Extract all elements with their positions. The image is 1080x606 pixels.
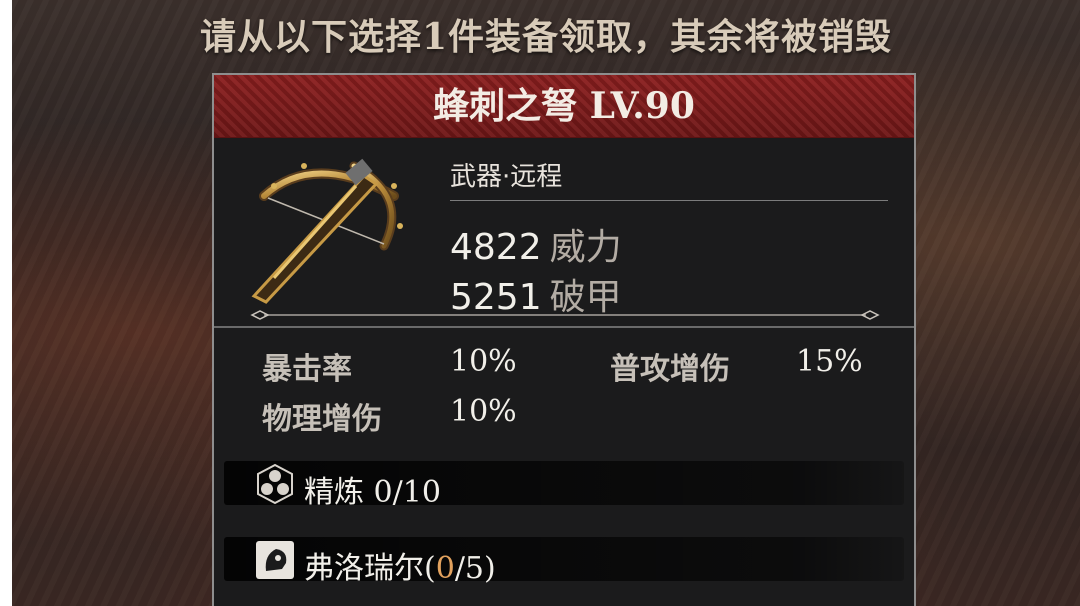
refine-text: 精炼 0/10 (304, 467, 441, 511)
item-category: 武器·远程 (450, 162, 563, 192)
divider-ornament-icon (250, 310, 880, 320)
sub-stat-value: 10% (450, 344, 517, 379)
item-summary: 武器·远程 4822 威力 5251 破甲 (214, 138, 914, 328)
sub-stat-label: 暴击率 (262, 352, 352, 387)
sub-stat-value: 10% (450, 394, 517, 429)
category-divider (450, 200, 888, 201)
sub-stat-label: 普攻增伤 (610, 352, 730, 387)
main-stat-label: 威力 (549, 227, 622, 268)
refine-value: 0/10 (373, 475, 441, 510)
item-name: 蜂刺之弩 LV.90 (214, 75, 914, 138)
set-portrait-icon (256, 541, 294, 579)
set-total: /5) (454, 551, 496, 586)
crossbow-icon (251, 158, 403, 304)
selection-prompt: 请从以下选择1件装备领取，其余将被销毁 (199, 16, 893, 58)
set-name: 弗洛瑞尔 (304, 551, 424, 586)
set-current-count: 0 (435, 551, 455, 586)
main-stat-power: 4822 威力 (450, 218, 622, 270)
equipment-card[interactable]: 蜂刺之弩 LV.90 武器·远程 4822 威力 5251 破甲 暴击率 10%… (212, 73, 916, 606)
sub-stats: 暴击率 10% 普攻增伤 15% 物理增伤 10% (214, 328, 914, 456)
game-background: 请从以下选择1件装备领取，其余将被销毁 蜂刺之弩 LV.90 武器·远程 482… (12, 0, 1080, 606)
refine-label: 精炼 (304, 475, 364, 510)
sub-stat-label: 物理增伤 (262, 402, 382, 437)
main-stat-value: 4822 (450, 227, 542, 268)
set-text: 弗洛瑞尔(0/5) (304, 543, 496, 587)
refine-hex-icon (257, 463, 293, 505)
sub-stat-value: 15% (796, 344, 863, 379)
set-paren: ( (424, 551, 436, 586)
